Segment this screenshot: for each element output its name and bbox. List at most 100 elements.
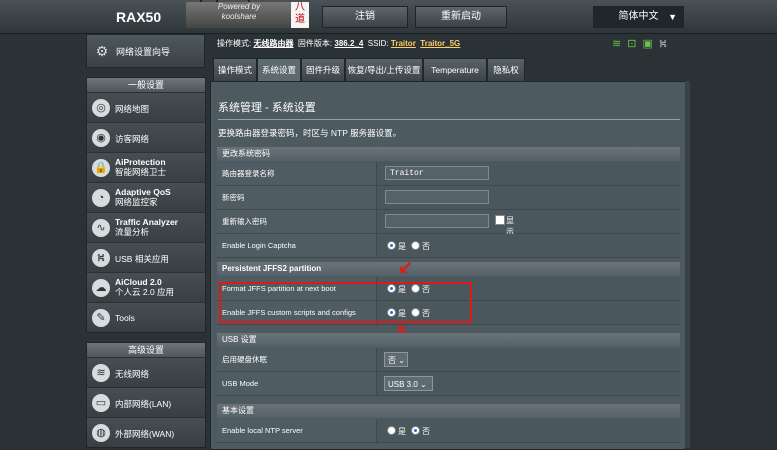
- row-hdd-sleep: 启用硬盘休眠 否 ⌄: [217, 348, 680, 372]
- status-line: 操作模式: 无线路由器 固件版本: 386.2_4 SSID: Traitor …: [217, 38, 460, 49]
- captcha-no-radio[interactable]: [411, 241, 420, 250]
- menu-item-traffic-analyzer[interactable]: ∿ Traffic Analyzer 流量分析: [87, 212, 205, 242]
- row-label: 启用硬盘休眠: [217, 348, 377, 371]
- logout-button[interactable]: 注销: [322, 6, 408, 28]
- menu-item-guest-network[interactable]: ◉ 访客网络: [87, 122, 205, 152]
- tab-system-settings[interactable]: 系统设置: [257, 58, 301, 81]
- cloud-icon: ☁: [92, 279, 110, 297]
- koolshare-label: koolshare: [221, 12, 257, 21]
- globe-icon: ◍: [92, 424, 110, 442]
- monitor-icon: ▭: [92, 394, 110, 412]
- retype-password-input[interactable]: [385, 214, 489, 228]
- menu-item-title: AiCloud 2.0: [115, 277, 162, 287]
- menu-item-label: 访客网络: [115, 134, 150, 144]
- chevron-down-icon: ⌄: [420, 380, 427, 389]
- menu-item-wireless[interactable]: ≋ 无线网络: [87, 357, 205, 387]
- highlight-box: [219, 282, 472, 323]
- network-icon[interactable]: ▣: [642, 38, 652, 50]
- ssid-label: SSID:: [367, 39, 389, 48]
- row-retype-password: 重新输入密码 显示密码: [217, 210, 680, 258]
- menu-item-sub: 个人云 2.0 应用: [115, 287, 175, 297]
- arrow-down-icon: ↙: [398, 257, 414, 277]
- lock-icon: 🔒: [92, 159, 110, 177]
- ssid-link[interactable]: Traitor: [391, 39, 416, 48]
- quick-setup-button[interactable]: ⚙ 网络设置向导: [86, 34, 205, 68]
- row-usb-mode: USB Mode USB 3.0 ⌄: [217, 372, 680, 396]
- hdd-sleep-select[interactable]: 否 ⌄: [384, 352, 408, 367]
- captcha-yes-label: 是: [398, 242, 406, 251]
- menu-item-label: Tools: [115, 313, 135, 323]
- new-password-input[interactable]: [385, 190, 489, 204]
- page-title: 系统管理 - 系统设置: [218, 102, 316, 114]
- hdd-sleep-value: 否: [388, 356, 396, 365]
- row-label: Enable local NTP server: [217, 419, 377, 442]
- powered-by-label: Powered by: [217, 2, 261, 11]
- ntp-no-label: 否: [422, 427, 430, 436]
- menu-item-label: Traffic Analyzer 流量分析: [115, 217, 178, 237]
- tab-restore-settings[interactable]: 恢复/导出/上传设置: [345, 58, 423, 81]
- scrollbar[interactable]: [685, 81, 690, 448]
- row-label: 重新输入密码: [217, 210, 377, 233]
- section-header-jffs: Persistent JFFS2 partition: [217, 262, 680, 276]
- chart-icon: ∿: [92, 219, 110, 237]
- advanced-menu-head: 高级设置: [87, 343, 205, 357]
- row-label: 路由器登录名称: [217, 162, 377, 185]
- section-header-usb: USB 设置: [217, 333, 680, 347]
- powered-by-badge: Powered by koolshare: [186, 2, 292, 28]
- usb-mode-select[interactable]: USB 3.0 ⌄: [384, 376, 433, 391]
- firmware-value-link[interactable]: 386.2_4: [334, 39, 363, 48]
- menu-item-adaptive-qos[interactable]: ◔ Adaptive QoS 网络监控家: [87, 182, 205, 212]
- menu-item-usb-apps[interactable]: ⛕ USB 相关应用: [87, 242, 205, 272]
- login-name-input[interactable]: Traitor: [385, 166, 489, 180]
- menu-item-sub: 网络监控家: [115, 197, 158, 207]
- tab-firmware-upgrade[interactable]: 固件升级: [301, 58, 345, 81]
- menu-item-tools[interactable]: ✎ Tools: [87, 302, 205, 332]
- wifi-icon: ≋: [92, 364, 110, 382]
- speedometer-icon: ◔: [92, 189, 110, 207]
- status-icons: ≋ ⊡ ▣ ⛕: [612, 37, 673, 52]
- row-ntp-server: Enable local NTP server 是 否: [217, 419, 680, 443]
- firmware-label: 固件版本:: [297, 39, 333, 48]
- captcha-no-label: 否: [422, 242, 430, 251]
- ntp-yes-radio[interactable]: [387, 426, 396, 435]
- general-menu-head: 一般设置: [87, 78, 205, 92]
- advanced-menu: 高级设置 ≋ 无线网络 ▭ 内部网络(LAN) ◍ 外部网络(WAN): [86, 342, 206, 448]
- quick-setup-label: 网络设置向导: [116, 47, 171, 57]
- top-bar: RAX50 Powered by koolshare 八道 注销 重新启动 简体…: [0, 0, 777, 34]
- mode-value-link[interactable]: 无线路由器: [253, 39, 293, 48]
- tab-temperature[interactable]: Temperature: [423, 58, 487, 81]
- wrench-icon: ⚙: [95, 43, 109, 59]
- tab-operation-mode[interactable]: 操作模式: [213, 58, 257, 81]
- menu-item-label: AiProtection 智能网络卫士: [115, 157, 166, 177]
- general-menu: 一般设置 ◎ 网络地图 ◉ 访客网络 🔒 AiProtection 智能网络卫士 …: [86, 77, 206, 333]
- captcha-yes-radio[interactable]: [387, 241, 396, 250]
- menu-item-lan[interactable]: ▭ 内部网络(LAN): [87, 387, 205, 417]
- wifi-icon[interactable]: ≋: [612, 38, 621, 50]
- menu-item-label: 网络地图: [115, 104, 150, 114]
- usb-mode-value: USB 3.0: [388, 380, 418, 389]
- menu-item-label: AiCloud 2.0 个人云 2.0 应用: [115, 277, 174, 297]
- menu-item-title: Traffic Analyzer: [115, 217, 178, 227]
- row-login-captcha: Enable Login Captcha 是 否: [217, 234, 680, 258]
- menu-item-label: 内部网络(LAN): [115, 399, 172, 409]
- menu-item-network-map[interactable]: ◎ 网络地图: [87, 92, 205, 122]
- language-select[interactable]: 简体中文 ▼: [593, 6, 684, 28]
- show-password-checkbox[interactable]: [495, 215, 505, 225]
- row-label: 新密码: [217, 186, 377, 209]
- language-label: 简体中文: [618, 11, 659, 22]
- reboot-button[interactable]: 重新启动: [415, 6, 507, 28]
- tab-privacy[interactable]: 隐私权: [487, 58, 525, 81]
- ntp-no-radio[interactable]: [411, 426, 420, 435]
- menu-item-aiprotection[interactable]: 🔒 AiProtection 智能网络卫士: [87, 152, 205, 182]
- app-icon[interactable]: ⊡: [627, 38, 636, 50]
- usb-icon[interactable]: ⛕: [659, 38, 667, 50]
- menu-item-wan[interactable]: ◍ 外部网络(WAN): [87, 417, 205, 447]
- menu-item-aicloud[interactable]: ☁ AiCloud 2.0 个人云 2.0 应用: [87, 272, 205, 302]
- row-label: Enable Login Captcha: [217, 234, 377, 257]
- brand-logo: 八道: [291, 2, 309, 28]
- ssid-5g-link[interactable]: Traitor_5G: [420, 39, 460, 48]
- chevron-down-icon: ▼: [668, 12, 677, 22]
- menu-item-label: 外部网络(WAN): [115, 429, 175, 439]
- chevron-down-icon: ⌄: [398, 356, 405, 365]
- menu-item-sub: 流量分析: [115, 227, 150, 237]
